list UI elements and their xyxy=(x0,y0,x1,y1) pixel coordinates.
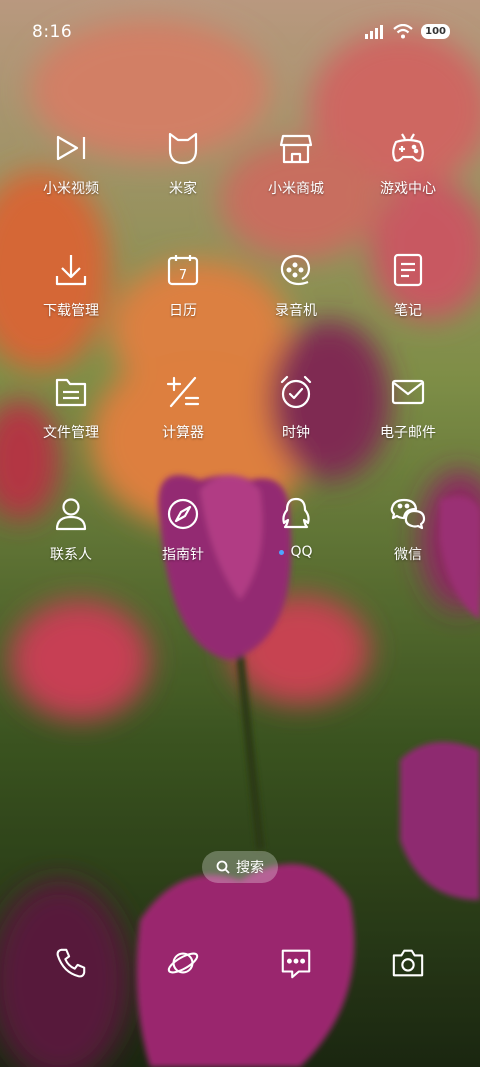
wifi-icon xyxy=(393,24,413,39)
dock-phone[interactable] xyxy=(11,946,131,980)
status-bar: 8:16 100 xyxy=(0,0,480,64)
app-xiaomi-store[interactable]: 小米商城 xyxy=(236,130,356,198)
app-calculator[interactable]: 计算器 xyxy=(123,374,243,442)
recorder-icon xyxy=(280,254,311,286)
folder-icon xyxy=(55,378,87,407)
dock-messages[interactable] xyxy=(236,946,356,980)
store-icon xyxy=(279,134,313,164)
app-label: 米家 xyxy=(169,181,197,197)
app-download-manager[interactable]: 下载管理 xyxy=(11,252,131,320)
app-label: 计算器 xyxy=(162,425,204,441)
app-xiaomi-video[interactable]: 小米视频 xyxy=(11,130,131,198)
qq-penguin-icon xyxy=(282,497,310,529)
dock-camera[interactable] xyxy=(348,946,468,980)
app-label: 微信 xyxy=(394,547,422,563)
video-play-icon xyxy=(56,135,86,161)
app-recorder[interactable]: 录音机 xyxy=(236,252,356,320)
app-label: 日历 xyxy=(169,303,197,319)
search-button[interactable]: 搜索 xyxy=(202,851,278,883)
search-icon xyxy=(216,860,230,874)
app-calendar[interactable]: 7 日历 xyxy=(123,252,243,320)
app-label: 小米商城 xyxy=(268,181,324,197)
notes-icon xyxy=(393,253,423,287)
app-email[interactable]: 电子邮件 xyxy=(348,374,468,442)
alarm-clock-icon xyxy=(280,375,312,409)
app-file-manager[interactable]: 文件管理 xyxy=(11,374,131,442)
clock-time: 8:16 xyxy=(32,22,73,42)
app-mijia[interactable]: 米家 xyxy=(123,130,243,198)
app-label: 联系人 xyxy=(50,547,92,563)
gamepad-icon xyxy=(392,133,424,162)
download-icon xyxy=(55,255,87,286)
app-wechat[interactable]: 微信 xyxy=(348,496,468,564)
contacts-icon xyxy=(55,498,87,531)
app-label: QQ xyxy=(290,544,313,560)
camera-icon xyxy=(392,949,424,977)
app-game-center[interactable]: 游戏中心 xyxy=(348,130,468,198)
app-label: 下载管理 xyxy=(43,303,99,319)
app-label: 小米视频 xyxy=(43,181,99,197)
compass-icon xyxy=(167,498,199,530)
mail-icon xyxy=(391,379,425,405)
phone-icon xyxy=(56,948,86,978)
search-label: 搜索 xyxy=(236,860,264,876)
app-compass[interactable]: 指南针 xyxy=(123,496,243,564)
app-label: 时钟 xyxy=(282,425,310,441)
dock-browser[interactable] xyxy=(123,946,243,980)
signal-icon xyxy=(365,24,384,39)
app-label: 文件管理 xyxy=(43,425,99,441)
app-label: 录音机 xyxy=(275,303,317,319)
calendar-day: 7 xyxy=(179,268,187,283)
app-label: 游戏中心 xyxy=(380,181,436,197)
calendar-icon: 7 xyxy=(167,255,199,286)
app-clock[interactable]: 时钟 xyxy=(236,374,356,442)
app-notes[interactable]: 笔记 xyxy=(348,252,468,320)
notification-dot xyxy=(279,549,285,555)
calculator-icon xyxy=(166,376,200,408)
app-label: 指南针 xyxy=(162,547,204,563)
app-qq[interactable]: QQ xyxy=(236,496,356,560)
app-label: 电子邮件 xyxy=(380,425,436,441)
browser-planet-icon xyxy=(167,952,199,974)
wechat-icon xyxy=(390,498,426,530)
app-label: 笔记 xyxy=(394,303,422,319)
app-contacts[interactable]: 联系人 xyxy=(11,496,131,564)
messages-icon xyxy=(281,949,311,979)
battery-icon: 100 xyxy=(421,24,450,39)
mijia-icon xyxy=(168,132,198,165)
